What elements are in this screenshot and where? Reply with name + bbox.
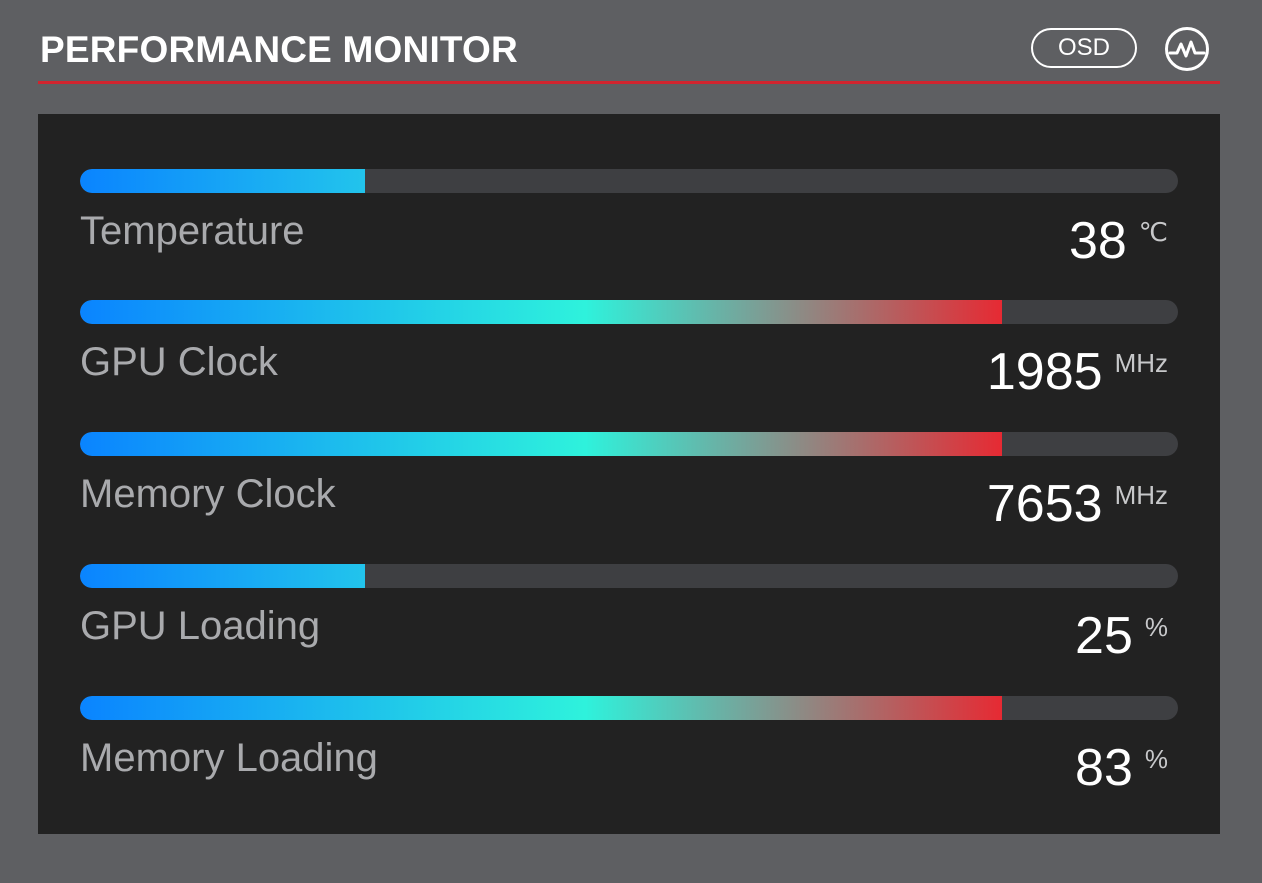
metric-label: GPU Loading [80,604,321,648]
heartbeat-icon[interactable] [1164,26,1210,72]
metric-value: 7653 [986,475,1103,533]
metric-readout: 7653 MHz [986,472,1168,533]
header-bar: PERFORMANCE MONITOR OSD [38,20,1220,84]
progress-track [80,432,1178,456]
metric-unit: MHz [1114,480,1168,510]
metric-memory-loading: Memory Loading 83 % [80,696,1178,828]
progress-track [80,300,1178,324]
metric-value: 38 [1068,212,1127,270]
metric-readout: 83 % [1075,736,1168,797]
metric-value: 1985 [986,343,1103,401]
metric-label: Memory Clock [80,472,336,516]
progress-track [80,564,1178,588]
progress-fill [80,696,1002,720]
progress-track [80,696,1178,720]
progress-fill [80,564,365,588]
osd-button[interactable]: OSD [1031,28,1137,68]
metric-unit: % [1144,612,1168,642]
metric-gpu-loading: GPU Loading 25 % [80,564,1178,696]
metric-label: GPU Clock [80,340,278,384]
metric-label: Memory Loading [80,736,378,780]
metrics-panel: Temperature 38 ℃ GPU Clock 1985 MHz Memo… [38,114,1220,834]
metric-readout: 1985 MHz [986,340,1168,401]
metric-gpu-clock: GPU Clock 1985 MHz [80,300,1178,432]
metric-temperature: Temperature 38 ℃ [80,169,1178,301]
metric-unit: % [1144,744,1168,774]
progress-fill [80,169,365,193]
progress-fill [80,300,1002,324]
metric-readout: 25 % [1075,604,1168,665]
metric-label: Temperature [80,209,305,253]
page-title: PERFORMANCE MONITOR [40,29,518,70]
metric-memory-clock: Memory Clock 7653 MHz [80,432,1178,564]
metric-value: 83 [1075,739,1133,797]
progress-fill [80,432,1002,456]
progress-track [80,169,1178,193]
metric-unit: MHz [1114,348,1168,378]
metric-value: 25 [1075,607,1133,665]
metric-readout: 38 ℃ [1068,209,1168,270]
metric-unit: ℃ [1138,217,1168,247]
